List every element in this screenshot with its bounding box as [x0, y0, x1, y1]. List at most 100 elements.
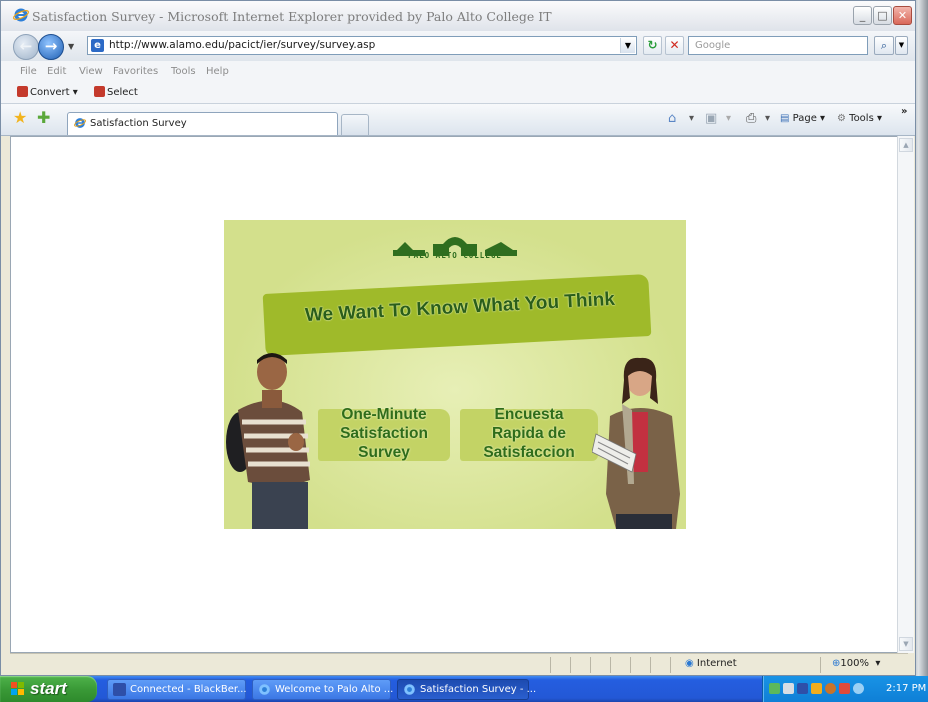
taskbar-item-satisfaction-survey[interactable]: Satisfaction Survey - ...: [397, 679, 536, 700]
menu-help[interactable]: Help: [206, 66, 229, 77]
tools-menu-label: Tools: [849, 113, 874, 124]
menu-tools[interactable]: Tools: [171, 66, 196, 77]
home-dropdown-icon[interactable]: ▾: [689, 113, 694, 124]
vertical-scrollbar[interactable]: ▲ ▼: [897, 136, 914, 653]
search-box[interactable]: Google: [688, 36, 868, 55]
address-dropdown-icon[interactable]: ▼: [620, 38, 635, 53]
security-zone[interactable]: ◉ Internet: [685, 658, 737, 669]
student-photo-man: [226, 353, 310, 529]
windows-flag-icon: [11, 682, 24, 695]
ie-logo-icon: [13, 8, 29, 22]
refresh-button[interactable]: ↻: [643, 36, 662, 55]
status-divider: [630, 657, 631, 673]
feeds-dropdown-icon[interactable]: ▾: [726, 113, 731, 124]
recent-pages-dropdown-icon[interactable]: ▼: [68, 42, 74, 51]
window-title: Satisfaction Survey - Microsoft Internet…: [32, 9, 552, 24]
ie-taskbar-icon: [259, 684, 270, 695]
maximize-button[interactable]: □: [873, 6, 892, 25]
minimize-button[interactable]: _: [853, 6, 872, 25]
globe-icon: ◉: [685, 658, 694, 669]
gear-icon: ⚙: [837, 113, 846, 124]
ie-tab-icon: [74, 118, 86, 128]
back-button[interactable]: ←: [13, 34, 39, 60]
convert-button[interactable]: Convert ▾: [17, 86, 78, 98]
menu-favorites[interactable]: Favorites: [113, 66, 158, 77]
security-center-icon[interactable]: [839, 683, 850, 694]
zone-label: Internet: [696, 658, 737, 669]
button-en-line-3: Survey: [358, 444, 410, 461]
button-en-line-2: Satisfaction: [340, 425, 428, 442]
scroll-down-icon[interactable]: ▼: [899, 637, 913, 651]
scroll-up-icon[interactable]: ▲: [899, 138, 913, 152]
address-bar[interactable]: e http://www.alamo.edu/pacict/ier/survey…: [87, 36, 637, 55]
button-en-line-1: One-Minute: [341, 406, 427, 423]
select-button[interactable]: Select: [94, 86, 138, 98]
page-icon-cmd: ▤: [780, 113, 790, 124]
status-divider: [670, 657, 671, 673]
clock[interactable]: 2:17 PM: [886, 683, 926, 694]
taskbar: start Connected - BlackBer... Welcome to…: [0, 676, 928, 702]
blackberry-tray-icon[interactable]: [797, 683, 808, 694]
convert-icon: [17, 86, 28, 97]
taskbar-item-welcome[interactable]: Welcome to Palo Alto ...: [252, 679, 393, 700]
one-minute-survey-label: One-Minute Satisfaction Survey: [318, 405, 450, 462]
search-icon[interactable]: ⌕: [874, 36, 894, 55]
messenger-icon[interactable]: [825, 683, 836, 694]
encuesta-rapida-label: Encuesta Rapida de Satisfaccion: [460, 405, 598, 462]
ie-taskbar-icon: [404, 684, 415, 695]
volume-icon[interactable]: [853, 683, 864, 694]
adobe-toolbar: Convert ▾ Select: [1, 81, 915, 104]
student-photo-woman: [592, 357, 680, 529]
status-divider: [590, 657, 591, 673]
forward-arrow-icon: →: [44, 37, 58, 55]
blackberry-icon: [113, 683, 126, 696]
status-divider: [570, 657, 571, 673]
close-button[interactable]: ✕: [893, 6, 912, 25]
device-icon[interactable]: [783, 683, 794, 694]
home-icon[interactable]: ⌂: [668, 111, 676, 126]
search-placeholder: Google: [695, 40, 731, 51]
start-label: start: [30, 679, 67, 698]
one-minute-survey-button[interactable]: One-Minute Satisfaction Survey: [318, 405, 450, 465]
convert-label: Convert: [30, 87, 70, 98]
start-button[interactable]: start: [0, 676, 97, 702]
feeds-icon[interactable]: ▣: [705, 111, 717, 126]
taskbar-item-blackberry[interactable]: Connected - BlackBer...: [107, 679, 247, 700]
page-menu-button[interactable]: ▤ Page ▾: [780, 113, 825, 124]
search-options-dropdown-icon[interactable]: ▼: [895, 36, 908, 55]
status-bar: ◉ Internet ⊕100% ▾: [10, 653, 908, 675]
forward-button[interactable]: →: [38, 34, 64, 60]
button-es-line-2: Rapida de: [491, 425, 567, 442]
print-dropdown-icon[interactable]: ▾: [765, 113, 770, 124]
stop-button[interactable]: ✕: [665, 36, 684, 55]
menu-view[interactable]: View: [79, 66, 103, 77]
status-divider: [550, 657, 551, 673]
page-content: PALO ALTO COLLEGE We Want To Know What Y…: [10, 136, 899, 653]
menu-edit[interactable]: Edit: [47, 66, 66, 77]
status-divider: [650, 657, 651, 673]
encuesta-rapida-button[interactable]: Encuesta Rapida de Satisfaccion: [460, 405, 598, 465]
shield-icon[interactable]: [811, 683, 822, 694]
new-tab-button[interactable]: [341, 114, 369, 135]
back-arrow-icon: ←: [19, 37, 33, 55]
address-url[interactable]: http://www.alamo.edu/pacict/ier/survey/s…: [109, 39, 375, 51]
button-es-line-3: Satisfaccion: [483, 444, 575, 461]
zoom-level[interactable]: ⊕100% ▾: [832, 658, 880, 669]
status-divider: [610, 657, 611, 673]
chevron-more-icon[interactable]: »: [901, 106, 907, 117]
zoom-label: 100%: [840, 658, 869, 669]
menu-file[interactable]: File: [20, 66, 37, 77]
tools-menu-button[interactable]: ⚙ Tools ▾: [837, 113, 882, 124]
browser-window: Satisfaction Survey - Microsoft Internet…: [0, 0, 916, 676]
select-label: Select: [107, 87, 138, 98]
taskbar-item-label: Satisfaction Survey - ...: [420, 684, 537, 695]
add-favorites-icon[interactable]: ✚: [37, 108, 50, 127]
logo-text: PALO ALTO COLLEGE: [408, 251, 502, 260]
favorites-star-icon[interactable]: ★: [13, 108, 27, 127]
print-icon[interactable]: ⎙: [746, 111, 756, 126]
button-es-line-1: Encuesta: [494, 406, 564, 423]
survey-banner: PALO ALTO COLLEGE We Want To Know What Y…: [224, 220, 686, 529]
tab-satisfaction-survey[interactable]: Satisfaction Survey: [67, 112, 338, 135]
navigation-bar: ← → ▼ e http://www.alamo.edu/pacict/ier/…: [1, 31, 915, 61]
network-icon[interactable]: [769, 683, 780, 694]
